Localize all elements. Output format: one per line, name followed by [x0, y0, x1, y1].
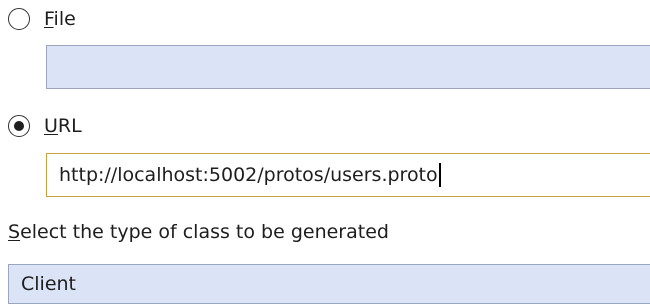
class-type-label: Select the type of class to be generated [8, 219, 389, 245]
add-service-reference-form: File URL http://localhost:5002/protos/us… [0, 0, 650, 304]
class-type-select[interactable]: Client [8, 264, 650, 304]
file-label-rest: ile [53, 8, 76, 30]
file-radio[interactable] [8, 8, 30, 30]
class-type-label-rest: elect the type of class to be generated [20, 221, 389, 243]
class-type-mnemonic: S [8, 221, 21, 243]
text-caret [438, 163, 441, 187]
file-radio-label[interactable]: File [44, 4, 76, 34]
url-input-value: http://localhost:5002/protos/users.proto [59, 164, 438, 186]
file-option[interactable]: File [8, 4, 76, 34]
url-label-rest: RL [57, 115, 82, 137]
url-input[interactable]: http://localhost:5002/protos/users.proto [46, 153, 650, 197]
url-mnemonic: U [44, 115, 58, 137]
url-radio-label[interactable]: URL [44, 111, 82, 141]
class-type-selected-value: Client [21, 273, 77, 295]
url-option[interactable]: URL [8, 111, 82, 141]
url-radio[interactable] [8, 115, 30, 137]
file-mnemonic: F [44, 8, 54, 30]
file-path-field[interactable] [46, 45, 650, 89]
